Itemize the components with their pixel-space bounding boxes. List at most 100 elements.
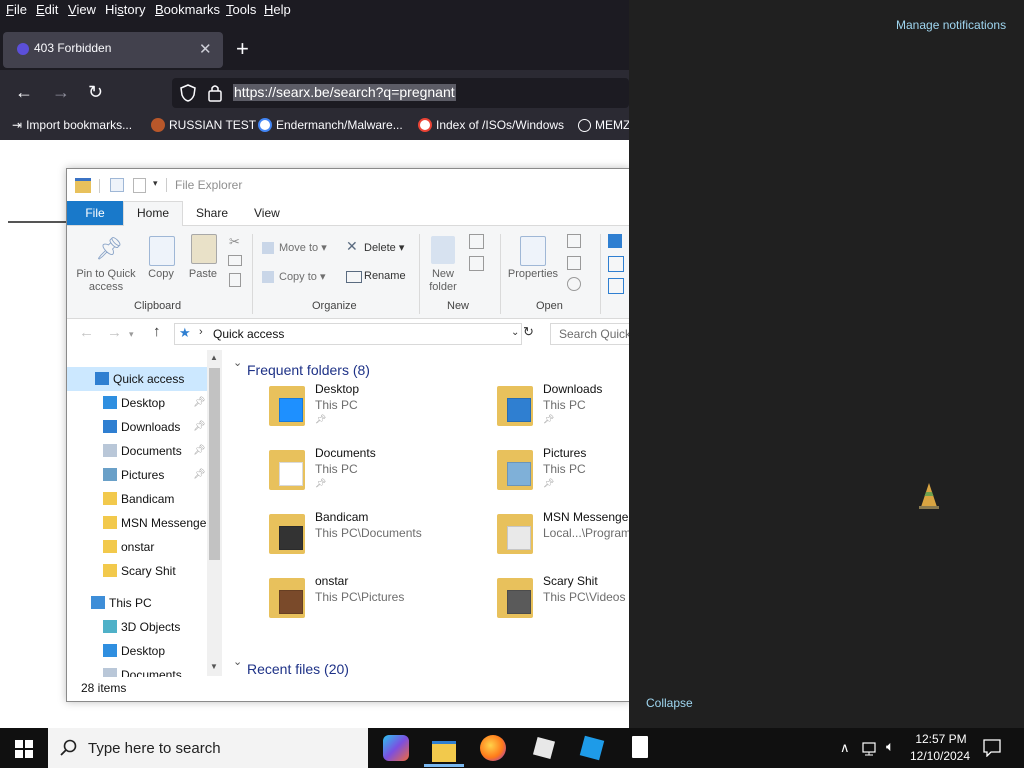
taskbar-search-placeholder[interactable]: Type here to search [88, 740, 221, 757]
roblox-studio-icon[interactable] [531, 735, 557, 761]
nav-scroll-thumb[interactable] [209, 368, 220, 560]
new-folder-button[interactable]: New folder [421, 268, 465, 294]
folder-tile[interactable]: Scary Shit This PC\Videos [497, 574, 630, 634]
invert-selection-icon[interactable] [608, 278, 624, 294]
browser-tab[interactable]: 403 Forbidden ✕ [3, 32, 223, 68]
roblox-icon[interactable] [579, 735, 605, 761]
forward-icon[interactable]: → [107, 324, 122, 341]
clock-time[interactable]: 12:57 PM [912, 732, 970, 746]
shield-icon[interactable] [180, 84, 196, 102]
menu-history[interactable]: History [105, 2, 145, 18]
clock-date[interactable]: 12/10/2024 [908, 749, 972, 763]
forward-icon[interactable]: → [52, 82, 70, 102]
back-icon[interactable]: ← [79, 324, 94, 341]
open-icon[interactable] [567, 234, 581, 248]
scroll-down-icon[interactable]: ▼ [210, 662, 218, 671]
nav-item[interactable]: Scary Shit [67, 559, 207, 583]
breadcrumb[interactable]: Quick access [213, 327, 284, 341]
up-icon[interactable]: ↑ [153, 323, 161, 340]
menu-tools[interactable]: Tools [226, 2, 256, 18]
chevron-down-icon[interactable]: ⌄ [233, 655, 242, 668]
paste-shortcut-icon[interactable] [229, 273, 241, 287]
folder-tile[interactable]: Bandicam This PC\Documents [269, 510, 489, 570]
collapse-link[interactable]: Collapse [646, 696, 693, 710]
scroll-up-icon[interactable]: ▲ [210, 353, 218, 362]
frequent-folders-header[interactable]: Frequent folders (8) [247, 362, 370, 378]
bookmark-import[interactable]: ⇥ Import bookmarks... [12, 118, 132, 132]
rename-button[interactable]: Rename [364, 270, 406, 282]
nav-item[interactable]: Quick access [67, 367, 207, 391]
bookmark-memz[interactable]: MEMZ [578, 118, 630, 132]
tab-home[interactable]: Home [137, 206, 169, 220]
nav-item[interactable]: This PC [67, 591, 207, 615]
tab-file[interactable]: File [67, 201, 123, 225]
edit-icon[interactable] [567, 256, 581, 270]
windows-start-icon[interactable] [15, 740, 33, 758]
properties-button[interactable]: Properties [505, 268, 561, 281]
copy-path-icon[interactable] [228, 255, 242, 266]
nav-item[interactable]: Desktop 📌︎ [67, 391, 207, 415]
firefox-icon[interactable] [480, 735, 506, 761]
properties-quick-icon[interactable] [110, 178, 124, 192]
nav-item[interactable]: Downloads 📌︎ [67, 415, 207, 439]
back-icon[interactable]: ← [15, 82, 33, 102]
refresh-icon[interactable]: ↻ [523, 324, 534, 340]
folder-tile[interactable]: onstar This PC\Pictures [269, 574, 489, 634]
tab-share[interactable]: Share [196, 206, 228, 220]
notepad-icon[interactable] [628, 735, 654, 761]
bookmark-index-isos[interactable]: Index of /ISOs/Windows [418, 118, 564, 132]
pin-to-quick-access-button[interactable]: Pin to Quick access [73, 268, 139, 294]
reload-icon[interactable]: ↻ [88, 82, 103, 102]
network-icon[interactable] [862, 741, 880, 757]
paste-button[interactable]: Paste [185, 268, 221, 281]
recent-locations-icon[interactable]: ▾ [129, 329, 134, 340]
tab-view[interactable]: View [254, 206, 280, 220]
history-icon[interactable] [567, 277, 581, 291]
file-explorer-taskbar-icon[interactable] [431, 735, 457, 762]
bookmark-endermanch[interactable]: Endermanch/Malware... [258, 118, 403, 132]
easy-access-icon[interactable] [469, 256, 484, 271]
copy-to-button[interactable]: Copy to ▾ [279, 270, 326, 283]
new-tab-icon[interactable]: + [236, 37, 249, 61]
address-dropdown-icon[interactable]: ⌄ [511, 327, 519, 338]
select-all-icon[interactable] [608, 234, 622, 248]
menu-bookmarks[interactable]: Bookmarks [155, 2, 220, 18]
url-text[interactable]: https://searx.be/search?q=pregnant [233, 84, 456, 101]
lock-icon[interactable] [208, 84, 222, 102]
chevron-down-icon[interactable]: ⌄ [233, 356, 242, 369]
customize-quick-access-icon[interactable]: ▾ [153, 178, 158, 189]
move-to-button[interactable]: Move to ▾ [279, 241, 327, 254]
search-input[interactable]: Search Quick access [559, 327, 630, 341]
recent-files-header[interactable]: Recent files (20) [247, 661, 349, 677]
copilot-icon[interactable] [383, 735, 409, 761]
delete-button[interactable]: Delete ▾ [364, 241, 404, 254]
menu-file[interactable]: File [6, 2, 27, 18]
new-folder-quick-icon[interactable] [133, 178, 146, 193]
nav-item[interactable]: 3D Objects [67, 615, 207, 639]
address-bar[interactable]: ★ › Quick access ⌄ [174, 323, 522, 345]
folder-tile[interactable]: Pictures This PC 📌︎ [497, 446, 630, 506]
volume-icon[interactable]: 🔈︎ [886, 738, 894, 755]
folder-tile[interactable]: MSN Messenger Local...\Program [497, 510, 630, 570]
folder-tile[interactable]: Downloads This PC 📌︎ [497, 382, 630, 442]
folder-tile[interactable]: Documents This PC 📌︎ [269, 446, 489, 506]
nav-item[interactable]: Bandicam [67, 487, 207, 511]
select-none-icon[interactable] [608, 256, 624, 272]
nav-item[interactable]: Pictures 📌︎ [67, 463, 207, 487]
menu-view[interactable]: View [68, 2, 96, 18]
nav-item[interactable]: Desktop [67, 639, 207, 663]
menu-edit[interactable]: Edit [36, 2, 58, 18]
copy-button[interactable]: Copy [145, 268, 177, 281]
manage-notifications-link[interactable]: Manage notifications [896, 18, 1006, 32]
bookmark-russian-test[interactable]: RUSSIAN TEST [151, 118, 256, 132]
nav-item[interactable]: Documents 📌︎ [67, 439, 207, 463]
folder-tile[interactable]: Desktop This PC 📌︎ [269, 382, 489, 442]
show-hidden-icons-icon[interactable]: ∧ [840, 740, 850, 756]
action-center-icon[interactable] [983, 739, 1001, 757]
cut-icon[interactable]: ✂ [229, 234, 240, 250]
menu-help[interactable]: Help [264, 2, 291, 18]
nav-item[interactable]: onstar [67, 535, 207, 559]
search-box[interactable]: Search Quick access [550, 323, 630, 345]
new-item-icon[interactable] [469, 234, 484, 249]
nav-item[interactable]: MSN Messenger [67, 511, 210, 535]
